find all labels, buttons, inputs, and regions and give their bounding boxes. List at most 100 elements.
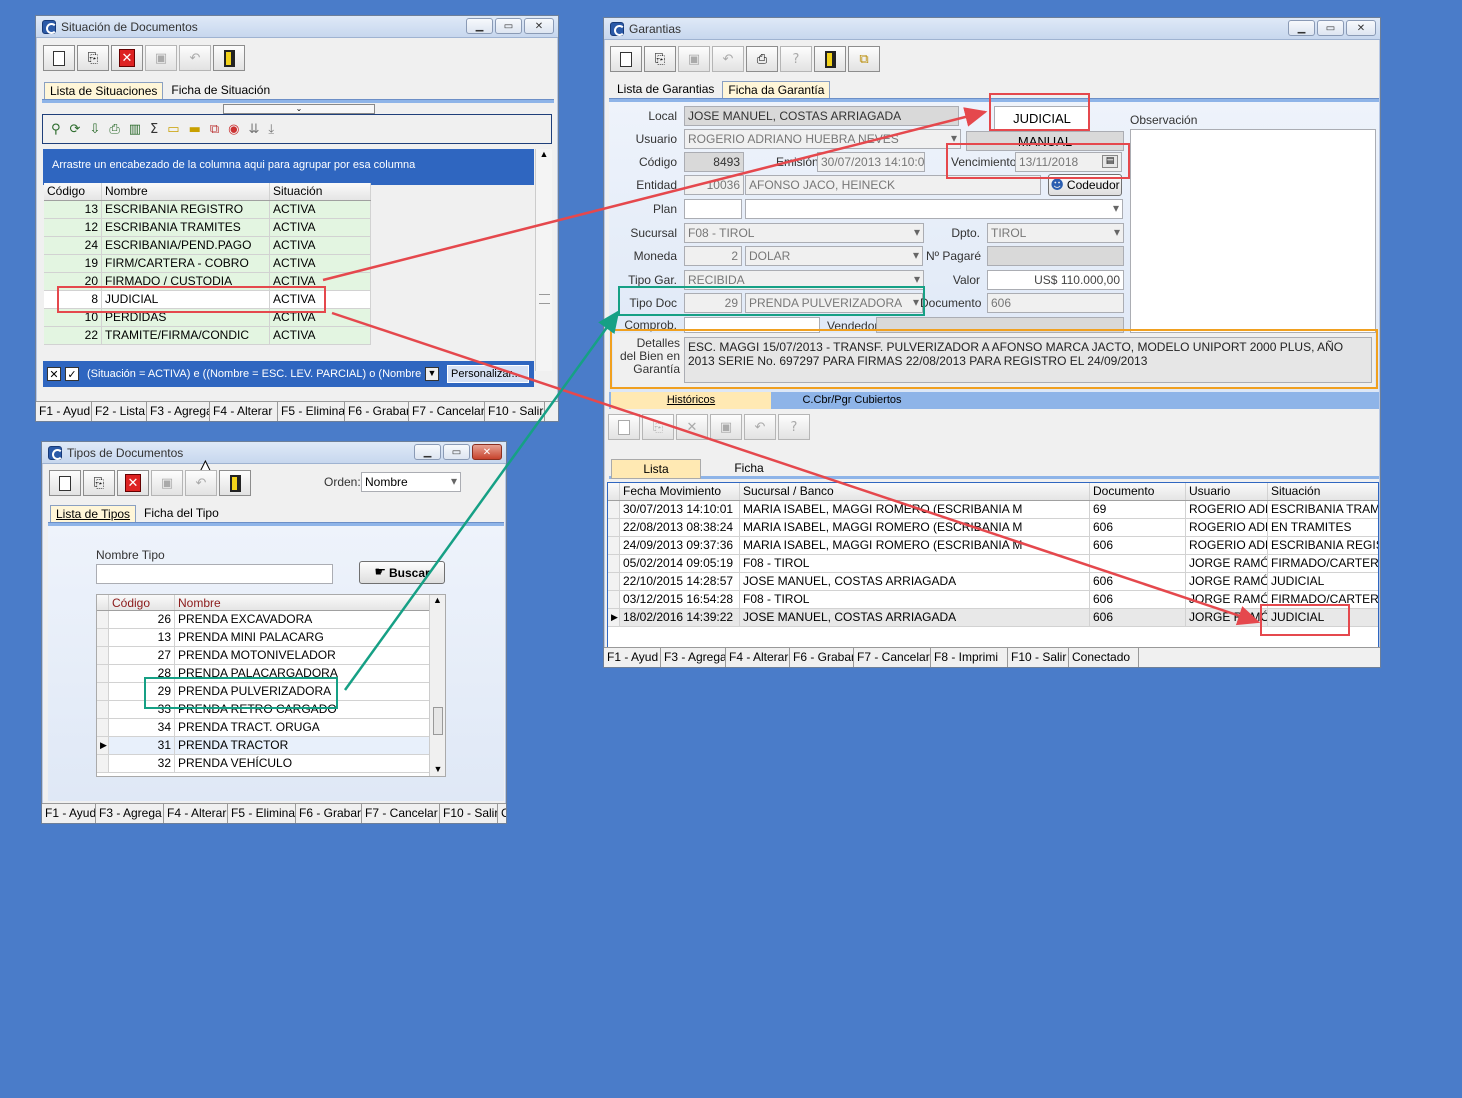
table-row[interactable]: 05/02/2014 09:05:19F08 - TIROL JORGE RAMÓ… <box>608 555 1378 573</box>
col-codigo[interactable]: Código <box>109 595 175 610</box>
columns-icon[interactable]: ▥ <box>129 122 141 137</box>
col-documento[interactable]: Documento <box>1090 483 1186 500</box>
tab-cbr-pgr[interactable]: C.Cbr/Pgr Cubiertos <box>772 392 932 409</box>
new-button[interactable] <box>610 46 642 72</box>
maximize-button[interactable]: ▭ <box>1317 20 1344 36</box>
print-button[interactable]: ⎙ <box>746 46 778 72</box>
hist-undo-button[interactable]: ↶ <box>744 414 776 440</box>
sort-bottom-icon[interactable]: ⤓ <box>268 122 274 137</box>
orden-select[interactable]: Nombre <box>361 472 461 492</box>
tab-lista-situaciones[interactable]: Lista de Situaciones <box>44 82 164 99</box>
grid-vscroll[interactable]: ▲ <box>535 149 552 371</box>
undo-button[interactable]: ↶ <box>185 470 217 496</box>
table-row[interactable]: 24 ESCRIBANIA/PEND.PAGO ACTIVA <box>44 237 371 255</box>
copy-button[interactable]: ⎘ <box>83 470 115 496</box>
col-nombre[interactable]: Nombre <box>102 183 270 200</box>
save-button[interactable]: ▣ <box>145 45 177 71</box>
tab-lista-garantias[interactable]: Lista de Garantias <box>611 80 720 98</box>
new-button[interactable] <box>49 470 81 496</box>
documento-field[interactable]: 606 <box>987 293 1124 313</box>
nombre-tipo-input[interactable] <box>96 564 333 584</box>
tipos-titlebar[interactable]: Tipos de Documentos ▲ ▁ ▭ ✕ <box>42 442 506 475</box>
tab-ficha-tipo[interactable]: Ficha del Tipo <box>138 504 225 522</box>
search-button[interactable]: ☛ Buscar <box>359 561 445 584</box>
table-row[interactable]: 34 PRENDA TRACT. ORUGA <box>97 719 445 737</box>
sum-icon[interactable]: Σ <box>150 122 158 137</box>
plan-select[interactable] <box>745 199 1123 219</box>
col-situacion[interactable]: Situación <box>1268 483 1378 500</box>
tab-lista[interactable]: Lista <box>611 459 701 479</box>
sucursal-select[interactable]: F08 - TIROL <box>684 223 924 243</box>
filter-enabled-checkbox[interactable]: ✓ <box>65 367 79 381</box>
attach-button[interactable]: ⧉ <box>848 46 880 72</box>
dpto-select[interactable]: TIROL <box>987 223 1124 243</box>
usuario-select[interactable]: ROGERIO ADRIANO HUEBRA NEVES <box>684 129 961 149</box>
collapse-bar[interactable]: ⌄ <box>223 104 375 114</box>
col-sucursal[interactable]: Sucursal / Banco <box>740 483 1090 500</box>
table-row[interactable]: 12 ESCRIBANIA TRAMITES ACTIVA <box>44 219 371 237</box>
plan-code-field[interactable] <box>684 199 742 219</box>
close-button[interactable]: ✕ <box>472 444 502 460</box>
col-fecha[interactable]: Fecha Movimiento <box>620 483 740 500</box>
print-icon[interactable]: ⎙ <box>109 122 119 137</box>
hist-new-button[interactable] <box>608 414 640 440</box>
save-button[interactable]: ▣ <box>678 46 710 72</box>
copy-grid-icon[interactable]: ⧉ <box>210 122 219 137</box>
sort-down-icon[interactable]: ⇊ <box>249 122 260 137</box>
tab-lista-tipos[interactable]: Lista de Tipos <box>50 505 137 522</box>
table-row[interactable]: 30/07/2013 14:10:01 MARIA ISABEL, MAGGI R… <box>608 501 1378 519</box>
table-row[interactable]: 26 PRENDA EXCAVADORA <box>97 611 445 629</box>
delete-button[interactable]: ✕ <box>111 45 143 71</box>
situacion-titlebar[interactable]: Situación de Documentos ▁ ▭ ✕ <box>36 16 558 38</box>
col-usuario[interactable]: Usuario <box>1186 483 1268 500</box>
save-button[interactable]: ▣ <box>151 470 183 496</box>
tab-ficha-garantia[interactable]: Ficha da Garantía <box>722 81 831 98</box>
hist-copy-button[interactable]: ⎘ <box>642 414 674 440</box>
table-row[interactable]: 32 PRENDA VEHÍCULO <box>97 755 445 773</box>
col-nombre[interactable]: Nombre <box>175 595 430 610</box>
moneda-select[interactable]: DOLAR <box>745 246 923 266</box>
help-button[interactable]: ? <box>780 46 812 72</box>
export-icon[interactable]: ⇩ <box>89 122 100 137</box>
hist-delete-button[interactable]: ✕ <box>676 414 708 440</box>
table-row[interactable]: 22 TRAMITE/FIRMA/CONDIC ACTIVA <box>44 327 371 345</box>
delete-button[interactable]: ✕ <box>117 470 149 496</box>
tab-ficha[interactable]: Ficha <box>704 459 794 479</box>
table-row[interactable]: 13 PRENDA MINI PALACARG <box>97 629 445 647</box>
folder-icon[interactable]: ▬ <box>189 122 201 137</box>
group-panel[interactable]: Arrastre un encabezado de la columna aqu… <box>43 149 534 185</box>
col-codigo[interactable]: Código <box>44 183 102 200</box>
table-row[interactable]: 27 PRENDA MOTONIVELADOR <box>97 647 445 665</box>
open-folder-icon[interactable]: ▭ <box>167 122 179 137</box>
close-button[interactable]: ✕ <box>1346 20 1376 36</box>
tab-ficha-situacion[interactable]: Ficha de Situación <box>165 81 276 99</box>
filter-icon[interactable]: ⚲ <box>51 122 61 137</box>
close-button[interactable]: ✕ <box>524 18 554 34</box>
col-situacion[interactable]: Situación <box>270 183 371 200</box>
copy-button[interactable]: ⎘ <box>644 46 676 72</box>
maximize-button[interactable]: ▭ <box>443 444 470 460</box>
hist-help-button[interactable]: ? <box>778 414 810 440</box>
table-row[interactable]: 19 FIRM/CARTERA - COBRO ACTIVA <box>44 255 371 273</box>
table-row[interactable]: 24/09/2013 09:37:36 MARIA ISABEL, MAGGI R… <box>608 537 1378 555</box>
filter-dropdown[interactable]: ▼ <box>425 367 439 381</box>
table-row[interactable]: 22/08/2013 08:38:24 MARIA ISABEL, MAGGI R… <box>608 519 1378 537</box>
stop-icon[interactable]: ◉ <box>228 122 239 137</box>
hist-save-button[interactable]: ▣ <box>710 414 742 440</box>
refresh-icon[interactable]: ⟳ <box>70 122 81 137</box>
maximize-button[interactable]: ▭ <box>495 18 522 34</box>
table-row[interactable]: 22/10/2015 14:28:57 JOSE MANUEL, COSTAS A… <box>608 573 1378 591</box>
clear-filter-icon[interactable]: ✕ <box>47 367 61 381</box>
undo-button[interactable]: ↶ <box>712 46 744 72</box>
exit-button[interactable] <box>814 46 846 72</box>
exit-button[interactable] <box>219 470 251 496</box>
table-row[interactable]: ▶ 31 PRENDA TRACTOR <box>97 737 445 755</box>
copy-button[interactable]: ⎘ <box>77 45 109 71</box>
grid-vscroll[interactable]: ▲ ▼ <box>429 595 445 776</box>
minimize-button[interactable]: ▁ <box>466 18 493 34</box>
tab-historicos[interactable]: Históricos <box>611 392 771 409</box>
new-button[interactable] <box>43 45 75 71</box>
valor-field[interactable]: US$ 110.000,00 <box>987 270 1124 290</box>
minimize-button[interactable]: ▁ <box>414 444 441 460</box>
minimize-button[interactable]: ▁ <box>1288 20 1315 36</box>
